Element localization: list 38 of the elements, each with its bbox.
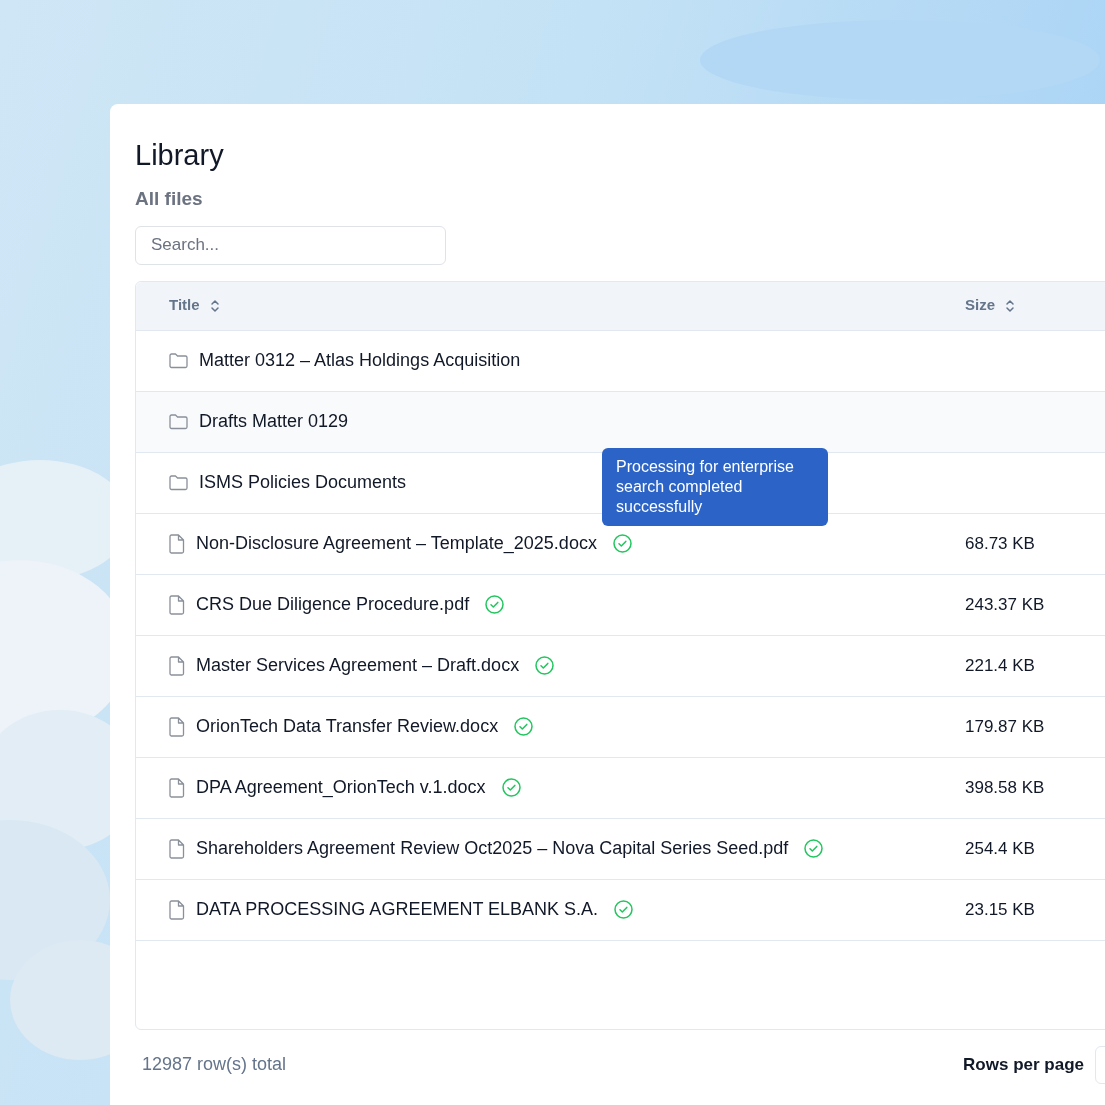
file-size: 68.73 KB [965,532,1035,555]
document-icon [169,533,185,554]
file-name[interactable]: OrionTech Data Transfer Review.docx [196,713,499,740]
sort-icon [209,298,220,313]
search-field[interactable]: Search... [135,225,446,265]
file-name[interactable]: CRS Due Diligence Procedure.pdf [196,591,470,618]
file-name[interactable]: Non-Disclosure Agreement – Template_2025.docx [196,530,597,557]
tooltip: Processing for enterprise search completed successfully [602,447,828,526]
size-column-header[interactable]: Size [965,294,1015,317]
folder-name[interactable]: ISMS Policies Documents [199,469,407,496]
file-size: 254.4 KB [965,837,1035,860]
file-size: 179.87 KB [965,715,1045,738]
document-icon [169,899,185,920]
folder-icon [169,352,188,369]
folder-name[interactable]: Drafts Matter 0129 [199,408,349,435]
title-column-header[interactable]: Title [169,294,220,317]
file-name[interactable]: Shareholders Agreement Review Oct2025 – Nova Capital Series Seed.pdf [196,835,789,862]
file-size: 221.4 KB [965,654,1035,677]
row-total: 12987 row(s) total [142,1053,287,1076]
document-icon [169,594,185,615]
document-icon [169,655,185,676]
folder-name[interactable]: Matter 0312 – Atlas Holdings Acquisition [199,347,521,374]
sort-icon [1005,298,1015,313]
document-icon [169,838,185,859]
document-icon [169,716,185,737]
section-subtitle: All files [135,187,204,211]
file-size: 23.15 KB [965,898,1035,921]
file-size: 398.58 KB [965,776,1045,799]
file-name[interactable]: DPA Agreement_OrionTech v.1.docx [196,774,486,801]
table-row[interactable]: Drafts Matter 0129 [136,391,1105,453]
document-icon [169,777,185,798]
folder-icon [169,413,188,430]
rows-per-page-label: Rows per page [963,1053,1084,1076]
file-name[interactable]: Master Services Agreement – Draft.docx [196,652,520,679]
folder-icon [169,474,188,491]
page-title: Library [135,138,225,173]
file-name[interactable]: DATA PROCESSING AGREEMENT ELBANK S.A. [196,896,599,923]
file-size: 243.37 KB [965,593,1045,616]
